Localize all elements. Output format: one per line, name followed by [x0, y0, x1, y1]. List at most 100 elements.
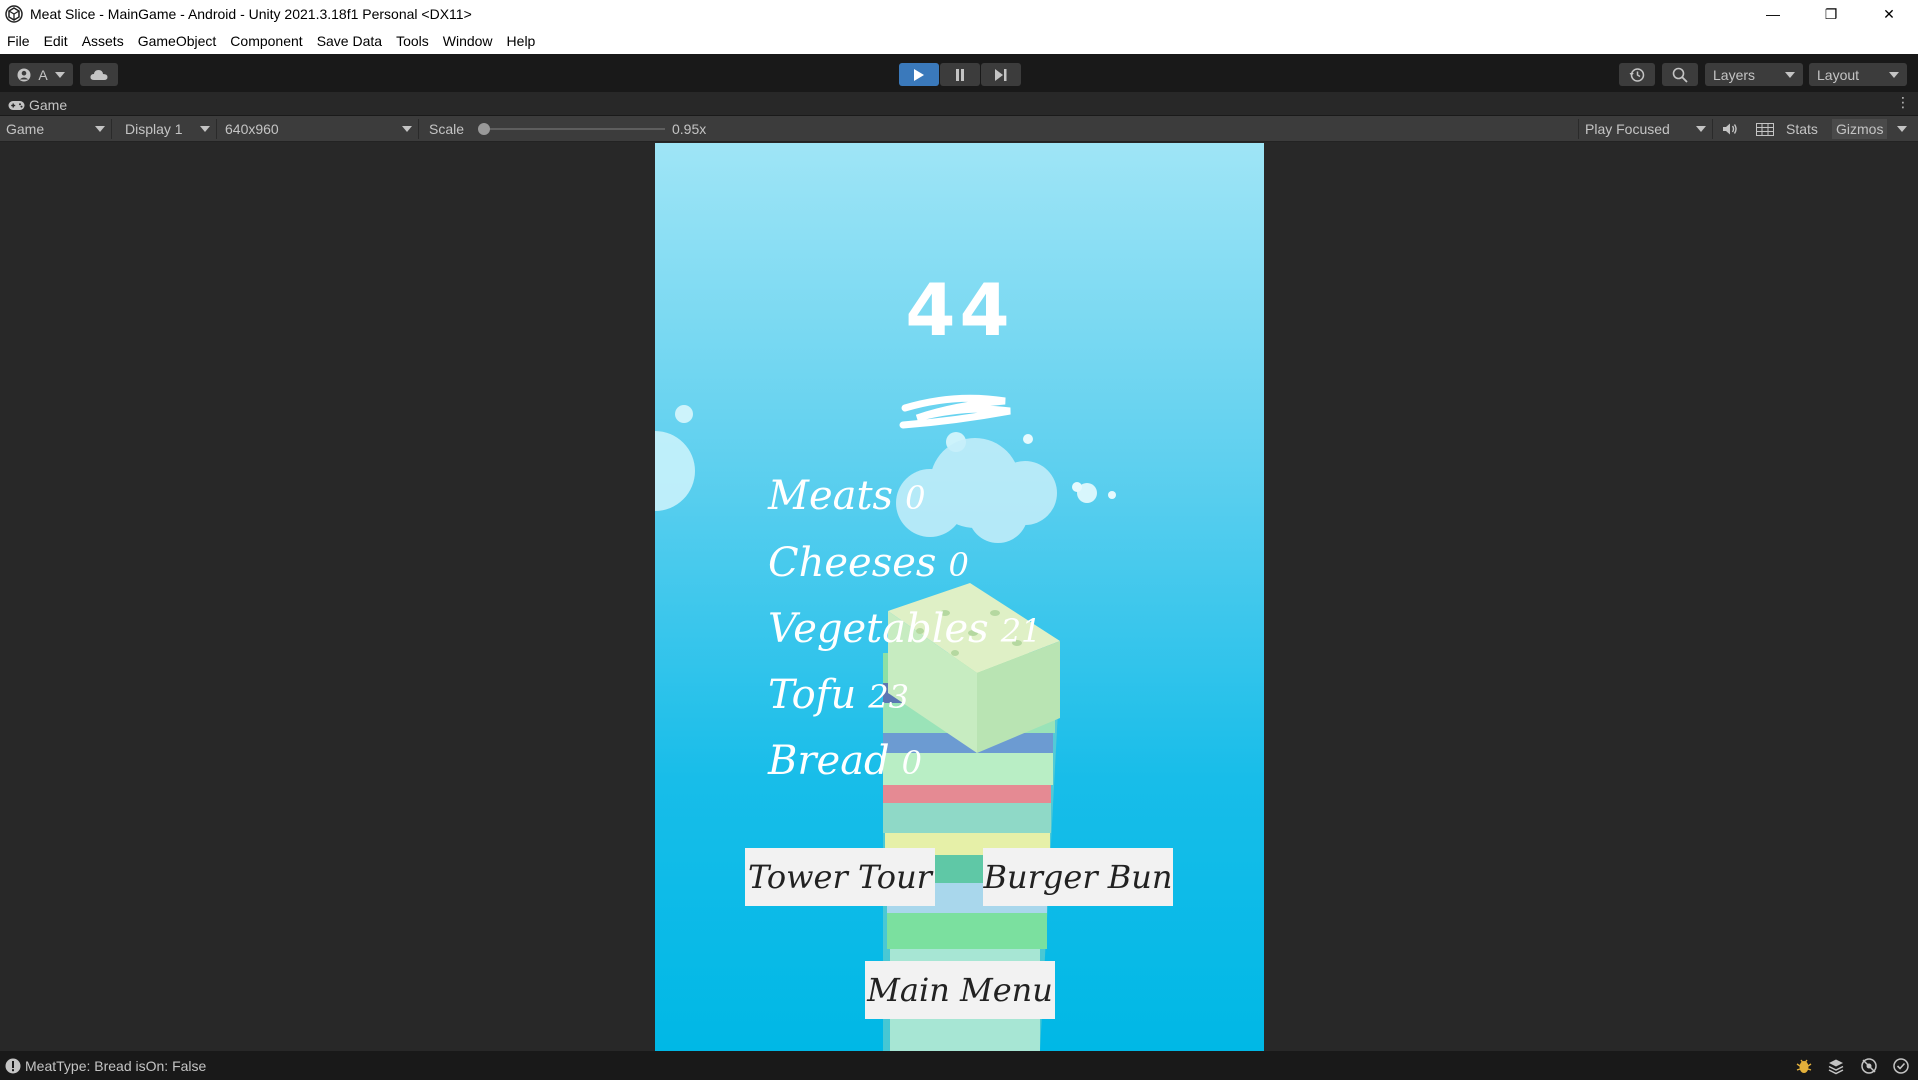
tower-tour-button[interactable]: Tower Tour — [745, 848, 935, 906]
stat-vegetables: Vegetables 21 — [768, 606, 1041, 652]
history-icon — [1629, 67, 1645, 82]
scale-slider-handle[interactable] — [478, 123, 490, 135]
menu-window[interactable]: Window — [436, 28, 500, 54]
chevron-down-icon — [1785, 71, 1795, 78]
stat-value: 0 — [901, 744, 922, 782]
stat-label: Bread — [768, 738, 890, 784]
stat-label: Vegetables — [768, 606, 989, 652]
tab-game-label: Game — [29, 97, 68, 113]
play-icon — [914, 68, 924, 81]
resolution-label: 640x960 — [225, 121, 279, 137]
account-icon — [17, 68, 31, 81]
maximize-button[interactable]: ❐ — [1802, 0, 1860, 28]
maximize-icon: ❐ — [1824, 5, 1838, 22]
menu-component[interactable]: Component — [223, 28, 309, 54]
search-icon — [1672, 67, 1688, 83]
main-menu-button[interactable]: Main Menu — [865, 961, 1055, 1019]
menu-edit[interactable]: Edit — [37, 28, 75, 54]
more-options-icon[interactable]: ⋮ — [1896, 94, 1910, 111]
cloud-icon — [90, 69, 108, 80]
stats-toggle[interactable]: Stats — [1786, 119, 1818, 139]
layout-dropdown[interactable]: Layout — [1809, 63, 1907, 86]
menu-bar: File Edit Assets GameObject Component Sa… — [0, 28, 1918, 54]
burger-bun-button[interactable]: Burger Bun — [983, 848, 1173, 906]
undo-history-button[interactable] — [1619, 63, 1655, 86]
cloud-button[interactable] — [80, 63, 118, 86]
account-label: A — [38, 66, 48, 83]
stat-value: 21 — [1000, 612, 1042, 650]
layout-label: Layout — [1817, 66, 1860, 83]
step-icon — [995, 68, 1007, 81]
game-render-canvas[interactable]: 44 Meats 0 Cheeses 0 Vegetables 21 Tofu 23 B… — [655, 143, 1264, 1051]
play-mode-label: Play Focused — [1585, 121, 1670, 137]
chevron-down-icon — [1897, 126, 1907, 132]
chevron-down-icon — [402, 126, 412, 132]
menu-tools[interactable]: Tools — [389, 28, 436, 54]
network-icon[interactable] — [1860, 1057, 1878, 1075]
stat-tofu: Tofu 23 — [768, 672, 909, 718]
stat-value: 0 — [905, 479, 926, 517]
pause-button[interactable] — [940, 63, 980, 86]
grid-icon — [1756, 122, 1774, 136]
unity-logo-icon — [5, 5, 23, 23]
display-dropdown[interactable]: Display 1 — [119, 119, 217, 139]
bug-icon[interactable] — [1795, 1057, 1813, 1075]
layers-label: Layers — [1713, 66, 1756, 83]
console-last-message[interactable]: MeatType: Bread isOn: False — [25, 1058, 206, 1074]
chevron-down-icon — [55, 71, 65, 78]
gamepad-icon — [8, 100, 25, 110]
scale-slider-track[interactable] — [485, 128, 665, 130]
gizmos-dropdown[interactable] — [1897, 119, 1907, 139]
menu-gameobject[interactable]: GameObject — [131, 28, 224, 54]
play-button[interactable] — [899, 63, 939, 86]
chevron-down-icon — [1696, 126, 1706, 132]
pause-icon — [956, 68, 964, 81]
view-mode-label: Game — [6, 121, 45, 137]
layers-dropdown[interactable]: Layers — [1705, 63, 1803, 86]
stat-bread: Bread 0 — [768, 738, 922, 784]
window-title: Meat Slice - MainGame - Android - Unity … — [30, 6, 472, 22]
stat-label: Cheeses — [768, 540, 937, 586]
main-toolbar: A Layers Layout — [0, 54, 1918, 92]
stat-label: Meats — [768, 473, 894, 519]
menu-file[interactable]: File — [0, 28, 37, 54]
gizmos-toggle[interactable]: Gizmos — [1832, 119, 1888, 139]
vsync-button[interactable] — [1756, 119, 1774, 139]
display-label: Display 1 — [125, 121, 183, 137]
stat-meats: Meats 0 — [768, 473, 925, 519]
resolution-dropdown[interactable]: 640x960 — [219, 119, 419, 139]
chevron-down-icon — [200, 126, 210, 132]
menu-help[interactable]: Help — [500, 28, 543, 54]
minimize-icon: — — [1766, 6, 1780, 22]
account-dropdown[interactable]: A — [9, 63, 73, 86]
warning-icon — [5, 1058, 21, 1074]
mute-audio-button[interactable] — [1722, 119, 1738, 139]
game-view: 44 Meats 0 Cheeses 0 Vegetables 21 Tofu 23 B… — [0, 143, 1918, 1051]
step-button[interactable] — [981, 63, 1021, 86]
chevron-down-icon — [1889, 71, 1899, 78]
score-display: 44 — [905, 268, 1014, 352]
stat-value: 23 — [868, 678, 909, 716]
panel-tab-bar: Game ⋮ — [0, 92, 1918, 116]
menu-assets[interactable]: Assets — [75, 28, 131, 54]
game-view-toolbar: Game Display 1 640x960 Scale 0.95x Play … — [0, 116, 1918, 142]
speaker-icon — [1723, 123, 1737, 135]
stat-value: 0 — [948, 546, 969, 584]
scale-label: Scale — [429, 121, 465, 137]
stat-cheeses: Cheeses 0 — [768, 540, 969, 586]
scale-value: 0.95x — [672, 121, 707, 137]
minimize-button[interactable]: — — [1744, 0, 1802, 28]
tab-game[interactable]: Game — [8, 95, 67, 115]
chevron-down-icon — [95, 126, 105, 132]
close-icon: ✕ — [1883, 5, 1895, 22]
layers-stack-icon[interactable] — [1827, 1057, 1845, 1075]
menu-save-data[interactable]: Save Data — [310, 28, 389, 54]
close-button[interactable]: ✕ — [1860, 0, 1918, 28]
view-mode-dropdown[interactable]: Game — [0, 119, 112, 139]
status-bar: MeatType: Bread isOn: False — [0, 1051, 1918, 1080]
window-titlebar: Meat Slice - MainGame - Android - Unity … — [0, 0, 1918, 28]
stat-label: Tofu — [768, 672, 857, 718]
play-mode-dropdown[interactable]: Play Focused — [1578, 119, 1713, 139]
search-button[interactable] — [1662, 63, 1698, 86]
check-icon[interactable] — [1892, 1057, 1910, 1075]
